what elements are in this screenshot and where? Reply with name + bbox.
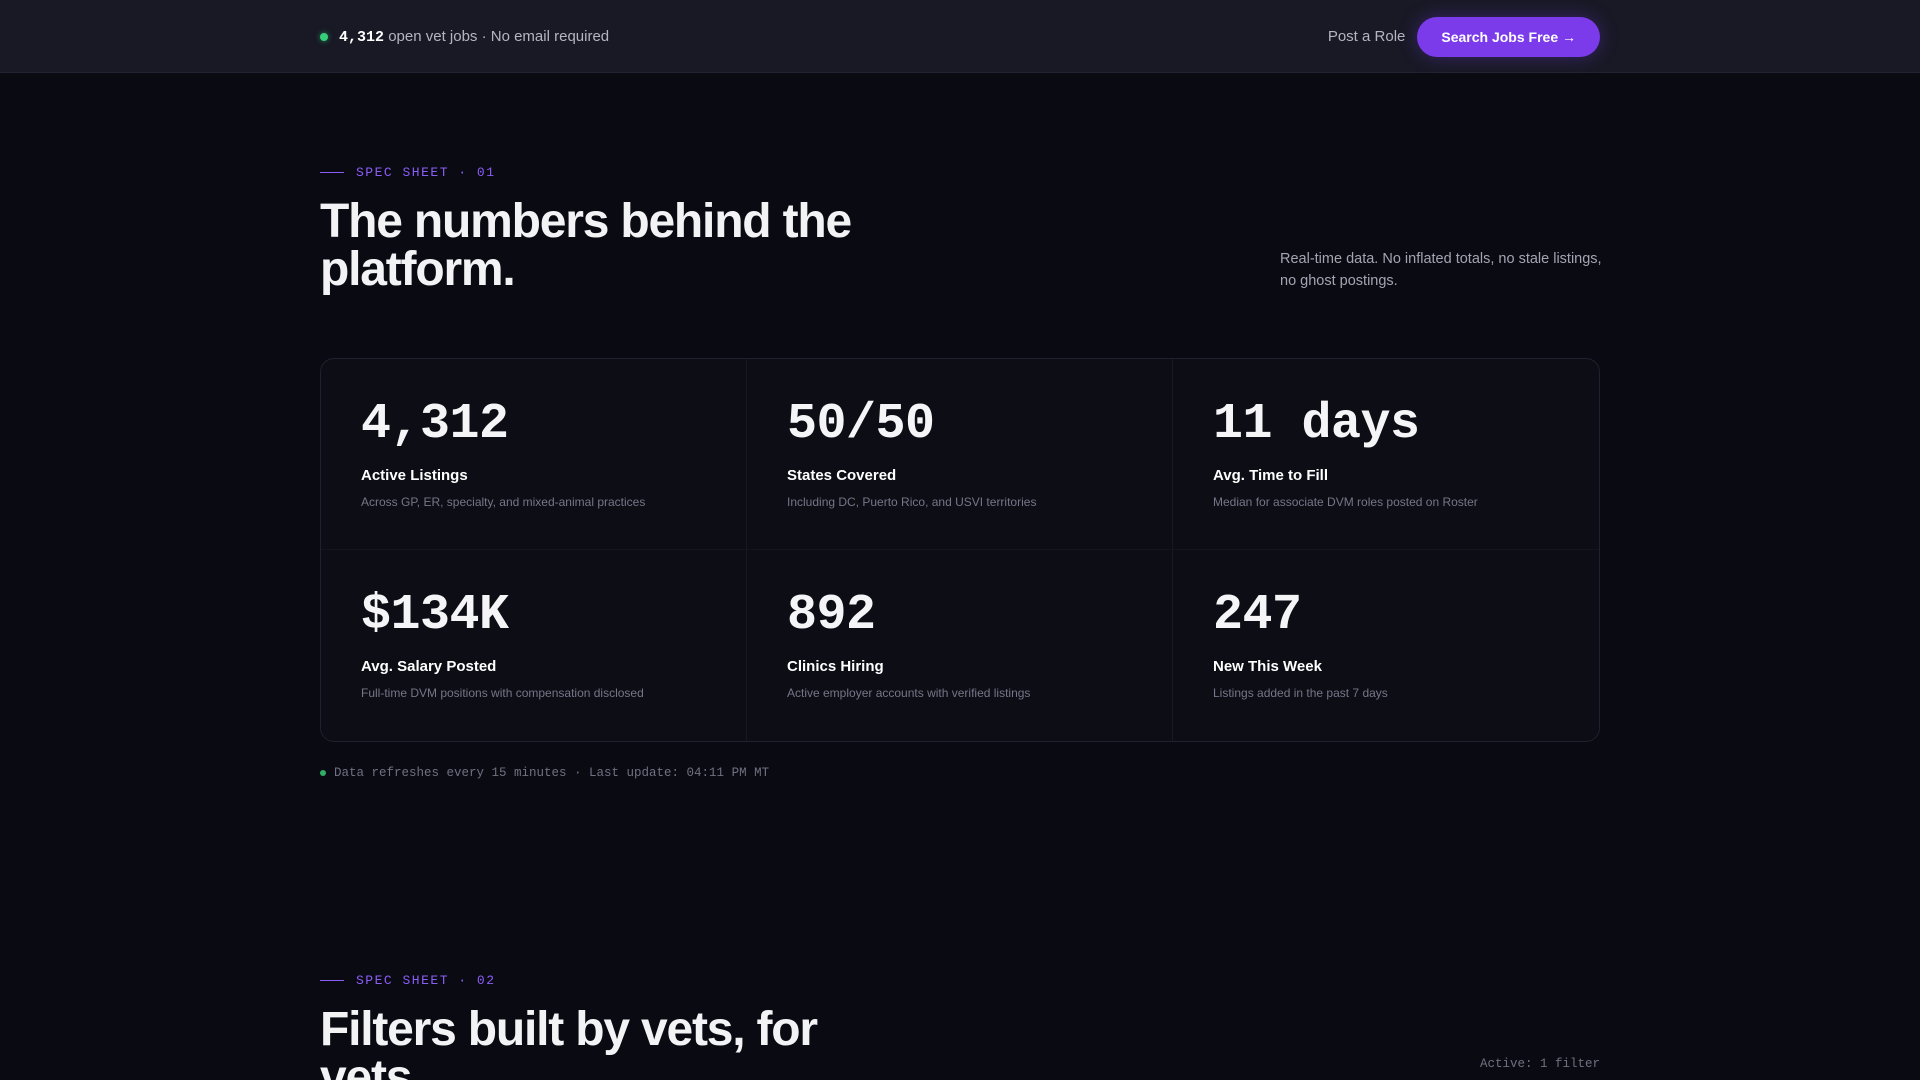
stat-description: Active employer accounts with verified l…: [787, 686, 1031, 700]
section-eyebrow-02: SPEC SHEET · 02: [320, 973, 496, 988]
stats-grid: 4,312 Active Listings Across GP, ER, spe…: [320, 358, 1600, 742]
post-role-link[interactable]: Post a Role: [1328, 28, 1406, 45]
stat-card-states-covered: 50/50 States Covered Including DC, Puert…: [747, 359, 1173, 550]
title-line-1: The numbers behind the: [320, 195, 852, 248]
eyebrow-text: SPEC SHEET · 02: [356, 973, 496, 988]
active-filter-count: Active: 1 filter: [1479, 1057, 1600, 1071]
stat-description: Listings added in the past 7 days: [1213, 686, 1388, 700]
section-eyebrow-01: SPEC SHEET · 01: [320, 165, 496, 180]
stat-label: States Covered: [787, 467, 897, 484]
stat-value: 892: [787, 587, 876, 644]
stat-description: Across GP, ER, specialty, and mixed-anim…: [361, 495, 646, 509]
live-jobs-indicator: 4,312 open vet jobs · No email required: [320, 0, 609, 73]
live-status-dot-icon: [320, 32, 328, 41]
top-bar-actions: Post a Role Search Jobs Free →: [1328, 0, 1600, 73]
stat-card-avg-salary: $134K Avg. Salary Posted Full-time DVM p…: [321, 550, 747, 741]
stat-label: Avg. Salary Posted: [361, 658, 497, 675]
top-bar: 4,312 open vet jobs · No email required …: [0, 0, 1920, 73]
title-line-2: vets.: [320, 1051, 425, 1080]
data-refresh-note: Data refreshes every 15 minutes · Last u…: [320, 766, 769, 780]
eyebrow-line: [320, 172, 344, 173]
refresh-text: Data refreshes every 15 minutes · Last u…: [334, 766, 770, 780]
section-title-filters: Filters built by vets, for vets.: [320, 1003, 818, 1080]
search-jobs-button[interactable]: Search Jobs Free →: [1417, 16, 1600, 57]
section-description: Real-time data. No inflated totals, no s…: [1280, 251, 1602, 289]
eyebrow-line: [320, 980, 344, 981]
stat-label: Avg. Time to Fill: [1213, 467, 1329, 484]
open-jobs-text: open vet jobs · No email required: [388, 27, 610, 45]
section-title-numbers: The numbers behind the platform.: [320, 195, 852, 296]
stat-card-clinics-hiring: 892 Clinics Hiring Active employer accou…: [747, 550, 1173, 741]
stat-card-active-listings: 4,312 Active Listings Across GP, ER, spe…: [321, 359, 747, 550]
stat-label: New This Week: [1213, 658, 1322, 675]
stat-card-new-this-week: 247 New This Week Listings added in the …: [1173, 550, 1599, 741]
stat-value: 11 days: [1213, 396, 1420, 453]
stat-description: Including DC, Puerto Rico, and USVI terr…: [787, 495, 1037, 509]
stat-value: 247: [1213, 587, 1302, 644]
stat-description: Full-time DVM positions with compensatio…: [361, 686, 644, 700]
title-line-2: platform.: [320, 243, 516, 296]
eyebrow-text: SPEC SHEET · 01: [356, 165, 496, 180]
stat-label: Clinics Hiring: [787, 658, 884, 675]
title-line-1: Filters built by vets, for: [320, 1003, 818, 1056]
stat-description: Median for associate DVM roles posted on…: [1213, 495, 1478, 509]
stat-value: 50/50: [787, 396, 935, 453]
open-jobs-count: 4,312: [339, 28, 385, 46]
stat-value: 4,312: [361, 396, 509, 453]
stat-card-time-to-fill: 11 days Avg. Time to Fill Median for ass…: [1173, 359, 1599, 550]
stat-value: $134K: [361, 587, 509, 644]
stat-label: Active Listings: [361, 467, 468, 484]
refresh-status-dot-icon: [320, 770, 326, 776]
